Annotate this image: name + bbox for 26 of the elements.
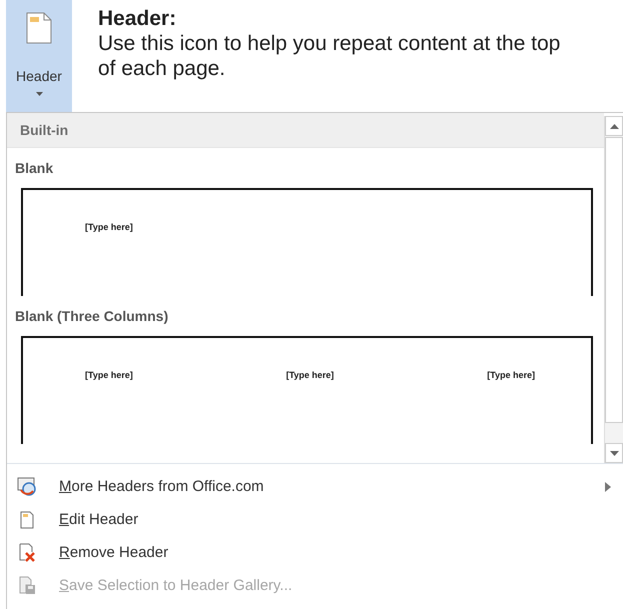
header-preview[interactable]: [Type here] — [21, 188, 593, 296]
scroll-up-button[interactable] — [605, 116, 623, 136]
placeholder-text: [Type here] — [85, 222, 133, 232]
placeholder-text: [Type here] — [85, 370, 133, 380]
globe-icon — [17, 476, 37, 496]
save-page-icon — [17, 576, 37, 596]
callout-title: Header: — [98, 6, 178, 31]
scroll-thumb[interactable] — [605, 137, 623, 423]
menu-item[interactable]: More Headers from Office.com — [7, 470, 623, 503]
page-icon — [26, 12, 52, 44]
header-button[interactable]: Header — [6, 0, 72, 112]
header-preview[interactable]: [Type here] [Type here] [Type here] — [21, 336, 593, 444]
scroll-down-button[interactable] — [605, 443, 623, 463]
up-arrow-icon — [610, 124, 618, 128]
menu-item[interactable]: Remove Header — [7, 536, 623, 569]
callout-text: Use this icon to help you repeat content at the top of each page. — [98, 31, 562, 81]
scrollbar[interactable] — [604, 116, 623, 463]
category-heading: Built-in — [7, 113, 604, 148]
menu-item[interactable]: Edit Header — [7, 503, 623, 536]
remove-page-icon — [17, 542, 37, 562]
caret-icon — [36, 92, 42, 96]
down-arrow-icon — [610, 450, 618, 456]
gallery-item-title: Blank (Three Columns) — [14, 307, 170, 326]
placeholder-text: [Type here] — [487, 370, 535, 380]
gallery-item-title: Blank — [14, 159, 54, 178]
placeholder-text: [Type here] — [286, 370, 334, 380]
